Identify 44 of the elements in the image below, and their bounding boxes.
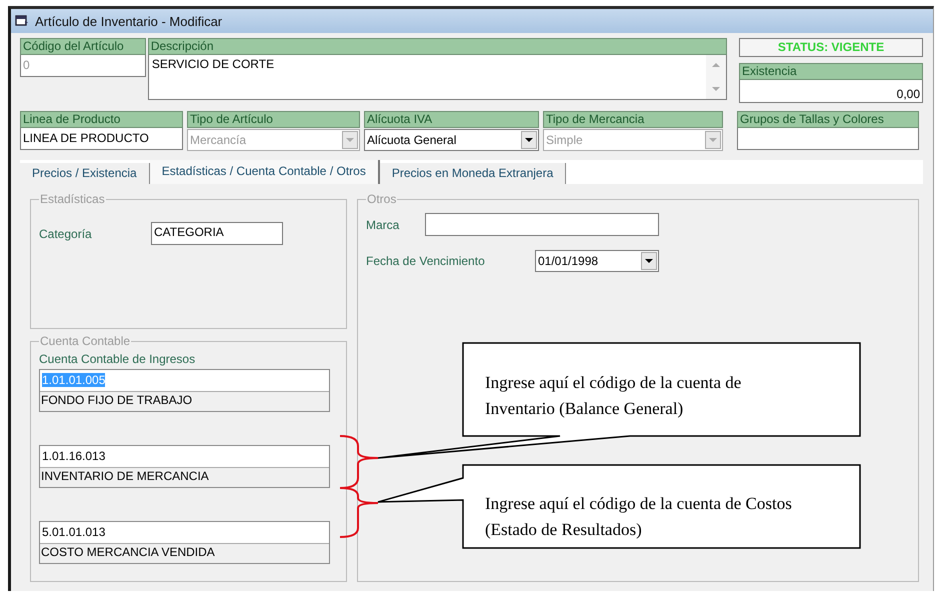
- field-label: Fecha de Vencimiento: [366, 254, 486, 268]
- text-field[interactable]: [425, 213, 659, 236]
- account-field[interactable]: 1.01.16.013 INVENTARIO DE MERCANCIA: [39, 445, 330, 488]
- callout-text: Ingrese aquí el código de la cuenta de Costos (Estado de Resultados): [485, 493, 793, 541]
- account-field[interactable]: 5.01.01.013 COSTO MERCANCIA VENDIDA: [39, 521, 330, 564]
- group-title: Cuenta Contable: [39, 334, 132, 348]
- group-title: Estadísticas: [39, 192, 106, 206]
- tab[interactable]: Precios en Moneda Extranjera: [380, 163, 566, 184]
- account-code[interactable]: 5.01.01.013: [42, 525, 106, 539]
- text-field[interactable]: 0,00: [739, 80, 923, 103]
- field-label: Linea de Producto: [20, 111, 183, 128]
- tab[interactable]: Precios / Existencia: [20, 163, 150, 184]
- field-label: Grupos de Tallas y Colores: [737, 111, 919, 128]
- field-label: Tipo de Mercancia: [543, 111, 723, 128]
- window-title: Artículo de Inventario - Modificar: [35, 14, 222, 28]
- curly-brace: [340, 487, 379, 538]
- account-name: COSTO MERCANCIA VENDIDA: [40, 544, 216, 561]
- field-label: Existencia: [739, 63, 923, 80]
- tab[interactable]: Estadísticas / Cuenta Contable / Otros: [150, 160, 380, 184]
- account-field[interactable]: 1.01.01.005 FONDO FIJO DE TRABAJO: [39, 369, 330, 412]
- field-label: Alícuota IVA: [364, 111, 539, 128]
- curly-brace: [340, 435, 379, 489]
- text-field[interactable]: [737, 128, 919, 150]
- field-label: Tipo de Artículo: [187, 111, 360, 128]
- callout-text: Ingrese aquí el código de la cuenta de Inventario (Balance General): [485, 372, 742, 420]
- text-field[interactable]: CATEGORIA: [151, 222, 283, 245]
- text-area[interactable]: SERVICIO DE CORTE: [148, 55, 727, 100]
- field-label: Marca: [366, 218, 400, 232]
- field-label: Categoría: [39, 226, 93, 240]
- account-code[interactable]: 1.01.16.013: [42, 449, 106, 463]
- dropdown-button[interactable]: [641, 252, 657, 270]
- group-title: Otros: [366, 192, 398, 206]
- window-icon: [15, 15, 29, 27]
- field-label: Cuenta Contable de Ingresos: [39, 352, 196, 366]
- dropdown-field[interactable]: Alícuota General: [364, 129, 539, 151]
- status-label: STATUS: VIGENTE: [739, 38, 923, 57]
- text-field[interactable]: LINEA DE PRODUCTO: [20, 128, 183, 150]
- dropdown-button[interactable]: [521, 131, 537, 149]
- scrollbar[interactable]: [706, 55, 726, 99]
- field-label: Código del Artículo: [20, 38, 146, 55]
- field-label: Descripción: [148, 38, 727, 55]
- date-field[interactable]: 01/01/1998: [535, 250, 659, 272]
- account-name: FONDO FIJO DE TRABAJO: [40, 392, 194, 409]
- account-name: INVENTARIO DE MERCANCIA: [40, 468, 210, 485]
